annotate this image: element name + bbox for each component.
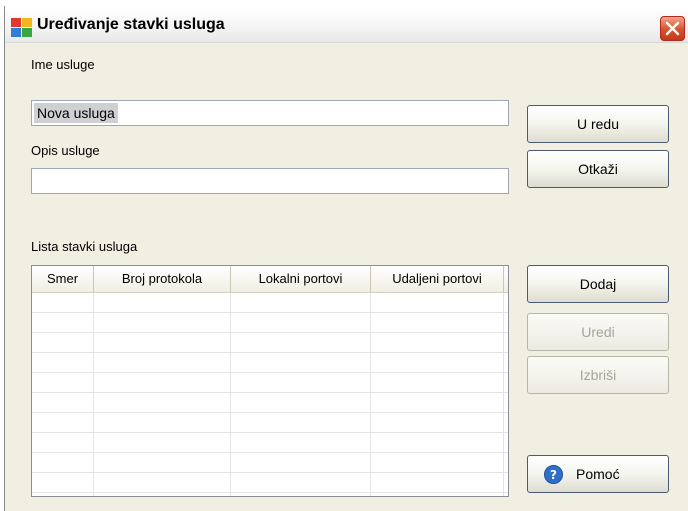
service-items-list-label: Lista stavki usluga xyxy=(31,239,138,254)
title-bar[interactable]: Uređivanje stavki usluga xyxy=(5,6,688,43)
service-name-input[interactable]: Nova usluga xyxy=(31,100,509,126)
help-button-label: Pomoć xyxy=(576,466,620,482)
service-items-list[interactable]: Smer Broj protokola Lokalni portovi Udal… xyxy=(31,265,509,497)
ok-button[interactable]: U redu xyxy=(527,105,669,143)
column-header-direction[interactable]: Smer xyxy=(32,266,94,292)
column-header-protocol[interactable]: Broj protokola xyxy=(94,266,231,292)
service-description-label: Opis usluge xyxy=(31,143,100,158)
column-header-local-ports[interactable]: Lokalni portovi xyxy=(231,266,371,292)
help-icon: ? xyxy=(544,465,563,484)
dialog-window: Uređivanje stavki usluga Ime usluge Nova… xyxy=(4,6,688,511)
close-icon xyxy=(665,21,680,36)
list-empty-row xyxy=(32,393,508,413)
list-empty-row xyxy=(32,293,508,313)
list-empty-row xyxy=(32,353,508,373)
avg-app-icon xyxy=(11,18,32,37)
column-divider xyxy=(93,293,94,496)
close-button[interactable] xyxy=(660,16,685,41)
list-empty-row xyxy=(32,433,508,453)
svg-text:?: ? xyxy=(550,468,557,482)
service-name-value: Nova usluga xyxy=(34,103,118,123)
list-empty-row xyxy=(32,333,508,353)
list-empty-row xyxy=(32,313,508,333)
add-button[interactable]: Dodaj xyxy=(527,265,669,303)
column-divider xyxy=(503,293,504,496)
column-divider xyxy=(370,293,371,496)
list-empty-row xyxy=(32,373,508,393)
dialog-content: Ime usluge Nova usluga Opis usluge Lista… xyxy=(5,43,688,511)
list-empty-row xyxy=(32,413,508,433)
list-grid xyxy=(32,293,508,496)
window-title: Uređivanje stavki usluga xyxy=(37,16,225,33)
list-empty-row xyxy=(32,473,508,493)
cancel-button[interactable]: Otkaži xyxy=(527,150,669,188)
service-description-input[interactable] xyxy=(31,168,509,194)
delete-button[interactable]: Izbriši xyxy=(527,356,669,394)
edit-button[interactable]: Uredi xyxy=(527,313,669,351)
column-header-remote-ports[interactable]: Udaljeni portovi xyxy=(371,266,504,292)
service-name-label: Ime usluge xyxy=(31,57,95,72)
list-header: Smer Broj protokola Lokalni portovi Udal… xyxy=(32,266,508,293)
list-empty-row xyxy=(32,453,508,473)
help-button[interactable]: ? Pomoć xyxy=(527,455,669,493)
column-divider xyxy=(230,293,231,496)
